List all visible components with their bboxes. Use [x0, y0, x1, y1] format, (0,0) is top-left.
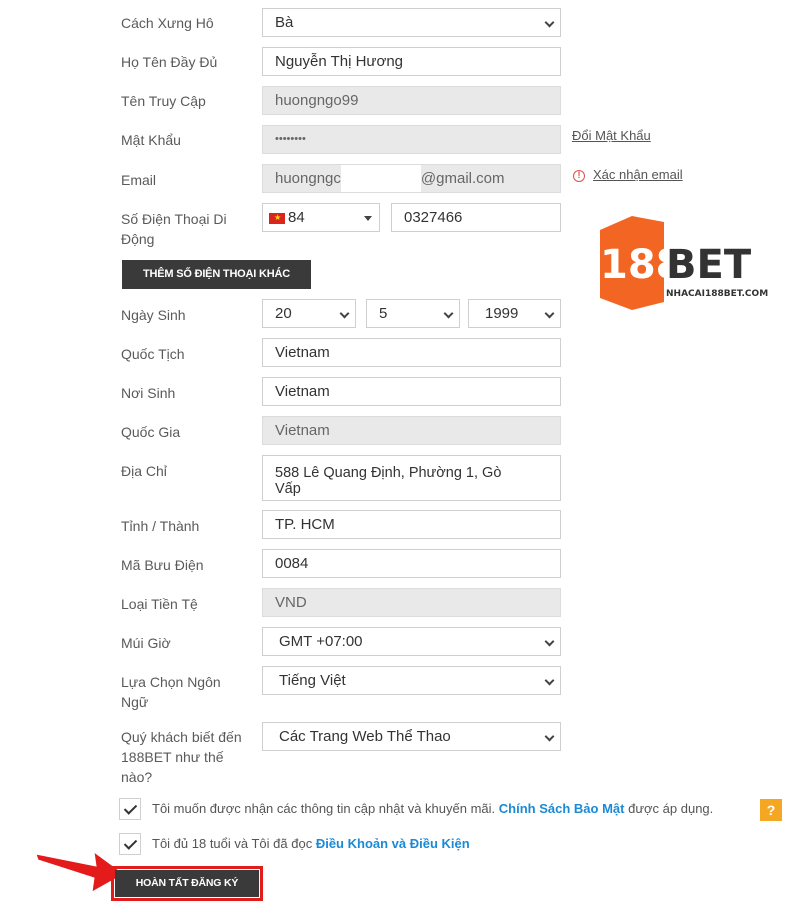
email-label: Email — [121, 172, 157, 188]
address-line-2: Vấp — [275, 481, 301, 497]
chevron-down-icon — [544, 675, 555, 686]
submit-registration-button[interactable]: HOÀN TẤT ĐĂNG KÝ — [115, 870, 259, 897]
consent-age-text: Tôi đủ 18 tuổi và Tôi đã đọc Điều Khoản … — [152, 836, 470, 851]
salutation-select[interactable]: Bà — [262, 8, 561, 37]
country-code-select[interactable]: ★ 84 — [262, 203, 380, 232]
address-label: Địa Chỉ — [121, 463, 167, 479]
nationality-label: Quốc Tịch — [121, 346, 185, 362]
privacy-policy-link[interactable]: Chính Sách Bảo Mật — [499, 801, 625, 816]
province-label: Tỉnh / Thành — [121, 518, 200, 534]
currency-label: Loại Tiền Tệ — [121, 596, 198, 612]
referral-select[interactable]: Các Trang Web Thể Thao — [262, 722, 561, 751]
postal-input[interactable]: 0084 — [262, 549, 561, 578]
birth-year-select[interactable]: 1999 — [468, 299, 561, 328]
province-input[interactable]: TP. HCM — [262, 510, 561, 539]
terms-link[interactable]: Điều Khoản và Điều Kiện — [316, 836, 470, 851]
country-field: Vietnam — [262, 416, 561, 445]
chevron-down-icon — [544, 17, 555, 28]
full-name-label: Họ Tên Đầy Đủ — [121, 54, 218, 70]
password-field: •••••••• — [262, 125, 561, 154]
chevron-down-icon — [339, 308, 350, 319]
caret-down-icon — [364, 216, 372, 221]
postal-label: Mã Bưu Điện — [121, 557, 204, 573]
email-value-start: huongngc — [275, 170, 341, 187]
phone-label: Số Điện Thoại Di Động — [121, 211, 227, 247]
password-label: Mật Khẩu — [121, 132, 181, 148]
logo-text: BET — [666, 242, 752, 288]
email-value-end: @gmail.com — [420, 170, 505, 187]
birth-day-select[interactable]: 20 — [262, 299, 356, 328]
change-password-link[interactable]: Đổi Mật Khẩu — [572, 128, 651, 143]
referral-label-line-2: 188BET như thế — [121, 749, 224, 765]
language-select[interactable]: Tiếng Việt — [262, 666, 561, 695]
consent-promo-checkbox[interactable] — [119, 798, 141, 820]
birth-day-value: 20 — [275, 305, 292, 322]
address-input[interactable]: 588 Lê Quang Định, Phường 1, Gò Vấp — [262, 455, 561, 501]
birthplace-input[interactable]: Vietnam — [262, 377, 561, 406]
chevron-down-icon — [544, 731, 555, 742]
birth-month-value: 5 — [379, 305, 388, 322]
language-label-line-1: Lựa Chọn Ngôn — [121, 674, 221, 690]
language-label: Lựa Chọn Ngôn Ngữ — [121, 672, 221, 712]
salutation-label: Cách Xưng Hô — [121, 15, 214, 31]
address-line-1: 588 Lê Quang Định, Phường 1, Gò — [275, 465, 502, 481]
birthdate-label: Ngày Sinh — [121, 307, 186, 323]
add-phone-button[interactable]: THÊM SỐ ĐIỆN THOẠI KHÁC — [122, 260, 311, 289]
birthplace-label: Nơi Sinh — [121, 385, 176, 401]
phone-number-input[interactable]: 0327466 — [391, 203, 561, 232]
birth-year-value: 1999 — [485, 305, 519, 322]
warning-icon: ! — [573, 170, 585, 182]
timezone-label: Múi Giờ — [121, 635, 171, 651]
consent-promo-text: Tôi muốn được nhận các thông tin cập nhậ… — [152, 801, 713, 816]
salutation-value: Bà — [275, 14, 294, 31]
referral-value: Các Trang Web Thể Thao — [279, 728, 451, 745]
timezone-select[interactable]: GMT +07:00 — [262, 627, 561, 656]
brand-logo: 188 BET NHACAI188BET.COM — [592, 212, 782, 312]
consent-age-label: Tôi đủ 18 tuổi và Tôi đã đọc — [152, 836, 313, 851]
username-label: Tên Truy Cập — [121, 93, 206, 109]
language-label-line-2: Ngữ — [121, 694, 149, 710]
verify-email-link[interactable]: Xác nhận email — [593, 167, 683, 182]
logo-site: NHACAI188BET.COM — [666, 289, 768, 299]
email-field: huongngc @gmail.com — [262, 164, 561, 193]
nationality-input[interactable]: Vietnam — [262, 338, 561, 367]
referral-label-line-1: Quý khách biết đến — [121, 729, 242, 745]
username-field: huongngo99 — [262, 86, 561, 115]
chevron-down-icon — [443, 308, 454, 319]
full-name-input[interactable]: Nguyễn Thị Hương — [262, 47, 561, 76]
birth-month-select[interactable]: 5 — [366, 299, 460, 328]
currency-field: VND — [262, 588, 561, 617]
vietnam-flag-icon: ★ — [269, 212, 285, 224]
consent-promo-suffix: được áp dụng. — [628, 801, 714, 816]
country-code-value: 84 — [288, 209, 305, 226]
country-label: Quốc Gia — [121, 424, 181, 440]
help-icon[interactable]: ? — [760, 799, 782, 821]
referral-label-line-3: nào? — [121, 769, 153, 785]
referral-label: Quý khách biết đến 188BET như thế nào? — [121, 727, 242, 787]
chevron-down-icon — [544, 636, 555, 647]
chevron-down-icon — [544, 308, 555, 319]
timezone-value: GMT +07:00 — [279, 633, 363, 650]
consent-promo-label: Tôi muốn được nhận các thông tin cập nhậ… — [152, 801, 496, 816]
language-value: Tiếng Việt — [279, 672, 346, 689]
